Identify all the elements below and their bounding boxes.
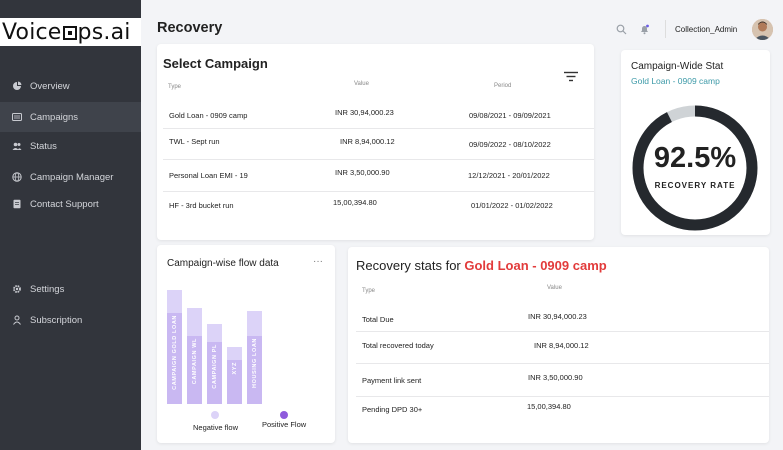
logo-text-left: Voice — [2, 19, 62, 45]
stat-type: Pending DPD 30+ — [362, 405, 423, 414]
bar-category-label: HOUSING LOAN — [251, 337, 258, 388]
recovery-rate-label: RECOVERY RATE — [654, 181, 736, 190]
bar-category-label: CAMPAIGN PL — [211, 344, 218, 390]
campaign-value: INR 8,94,000.12 — [340, 137, 395, 146]
sidebar-item-label: Overview — [30, 80, 70, 92]
bell-icon[interactable] — [639, 24, 650, 35]
select-campaign-title: Select Campaign — [163, 56, 268, 71]
recovery-stats-title-prefix: Recovery stats for — [356, 258, 465, 273]
recovery-stats-title: Recovery stats for Gold Loan - 0909 camp — [356, 258, 607, 273]
logo-box-icon — [62, 25, 77, 40]
app-logo[interactable]: Voice ps.ai — [0, 18, 141, 46]
header-divider — [665, 20, 666, 38]
bar-category-label: CAMPAIGN GOLD LOAN — [171, 314, 178, 390]
row-divider — [163, 191, 594, 192]
sidebar-item-label: Campaign Manager — [30, 171, 114, 183]
sidebar-item-campaigns[interactable]: Campaigns — [0, 102, 141, 132]
column-header-value: Value — [354, 81, 369, 87]
users-icon — [12, 141, 22, 151]
pie-chart-icon — [12, 81, 22, 91]
campaign-value: 15,00,394.80 — [333, 198, 377, 207]
bar-positive-flow: XYZ — [227, 359, 242, 404]
stat-value: INR 30,94,000.23 — [528, 312, 587, 321]
sidebar-item-label: Status — [30, 140, 57, 152]
search-icon[interactable] — [616, 24, 627, 35]
column-header-type: Type — [362, 288, 376, 294]
stat-value: 15,00,394.80 — [527, 402, 571, 411]
campaign-stat-title: Campaign-Wide Stat — [631, 61, 724, 72]
bar-category-label: CAMPAIGN WL — [191, 337, 198, 384]
legend-negative-label: Negative flow — [193, 423, 239, 432]
document-icon — [12, 199, 22, 209]
gear-icon — [12, 284, 22, 294]
column-header-period: Period — [494, 83, 512, 89]
person-icon — [12, 315, 22, 325]
sidebar-item-label: Campaigns — [30, 111, 79, 123]
stat-type: Payment link sent — [362, 376, 422, 385]
bar-positive-flow: CAMPAIGN GOLD LOAN — [167, 312, 182, 404]
user-name[interactable]: Collection_Admin — [675, 25, 737, 34]
bar-positive-flow: HOUSING LOAN — [247, 335, 262, 404]
campaign-type: Personal Loan EMI - 19 — [169, 171, 248, 180]
sidebar-item-settings[interactable]: Settings — [0, 274, 141, 304]
column-header-value: Value — [547, 285, 562, 291]
sidebar-item-label: Contact Support — [30, 198, 99, 210]
stat-type: Total Due — [362, 315, 394, 324]
campaign-period: 09/09/2022 - 08/10/2022 — [469, 140, 551, 149]
recovery-stats-campaign-name: Gold Loan - 0909 camp — [464, 258, 607, 273]
legend-positive-dot — [280, 411, 288, 419]
bar-positive-flow: CAMPAIGN WL — [187, 335, 202, 404]
more-options-icon[interactable]: ··· — [313, 256, 323, 267]
sidebar-item-label: Settings — [30, 283, 65, 295]
campaign-type: TWL - Sept run — [169, 137, 220, 146]
legend-positive-label: Positive Flow — [262, 420, 307, 429]
page-title: Recovery — [157, 20, 223, 36]
row-divider — [356, 363, 769, 364]
sidebar-item-subscription[interactable]: Subscription — [0, 305, 141, 335]
campaign-stat-subtitle: Gold Loan - 0909 camp — [631, 76, 720, 86]
row-divider — [356, 396, 769, 397]
row-divider — [163, 159, 594, 160]
bar-category-label: XYZ — [231, 361, 238, 375]
sidebar-item-contact-support[interactable]: Contact Support — [0, 189, 141, 219]
campaign-period: 12/12/2021 - 20/01/2022 — [468, 171, 550, 180]
logo-text-right: ps.ai — [77, 19, 131, 45]
stat-value: INR 8,94,000.12 — [534, 341, 589, 350]
sidebar-item-campaign-manager[interactable]: Campaign Manager — [0, 162, 141, 192]
campaign-period: 09/08/2021 - 09/09/2021 — [469, 111, 551, 120]
legend-negative-dot — [211, 411, 219, 419]
campaign-period: 01/01/2022 - 01/02/2022 — [471, 201, 553, 210]
stat-value: INR 3,50,000.90 — [528, 373, 583, 382]
sidebar: Voice ps.ai Overview Campaigns Status Cam… — [0, 0, 141, 450]
sidebar-item-status[interactable]: Status — [0, 131, 141, 161]
column-header-type: Type — [168, 84, 182, 90]
globe-icon — [12, 172, 22, 182]
campaign-type: HF - 3rd bucket run — [169, 201, 234, 210]
sidebar-item-overview[interactable]: Overview — [0, 71, 141, 101]
avatar[interactable] — [752, 19, 773, 40]
campaign-value: INR 3,50,000.90 — [335, 168, 390, 177]
campaign-type: Gold Loan - 0909 camp — [169, 111, 248, 120]
flow-chart-title: Campaign-wise flow data — [167, 258, 279, 269]
row-divider — [163, 128, 594, 129]
row-divider — [356, 331, 769, 332]
stat-type: Total recovered today — [362, 341, 434, 350]
bar-positive-flow: CAMPAIGN PL — [207, 342, 222, 404]
list-icon — [12, 112, 22, 122]
sidebar-item-label: Subscription — [30, 314, 83, 326]
campaign-value: INR 30,94,000.23 — [335, 108, 394, 117]
filter-icon[interactable] — [563, 71, 579, 83]
flow-chart-card — [157, 245, 335, 443]
recovery-rate-value: 92.5% — [653, 142, 737, 174]
